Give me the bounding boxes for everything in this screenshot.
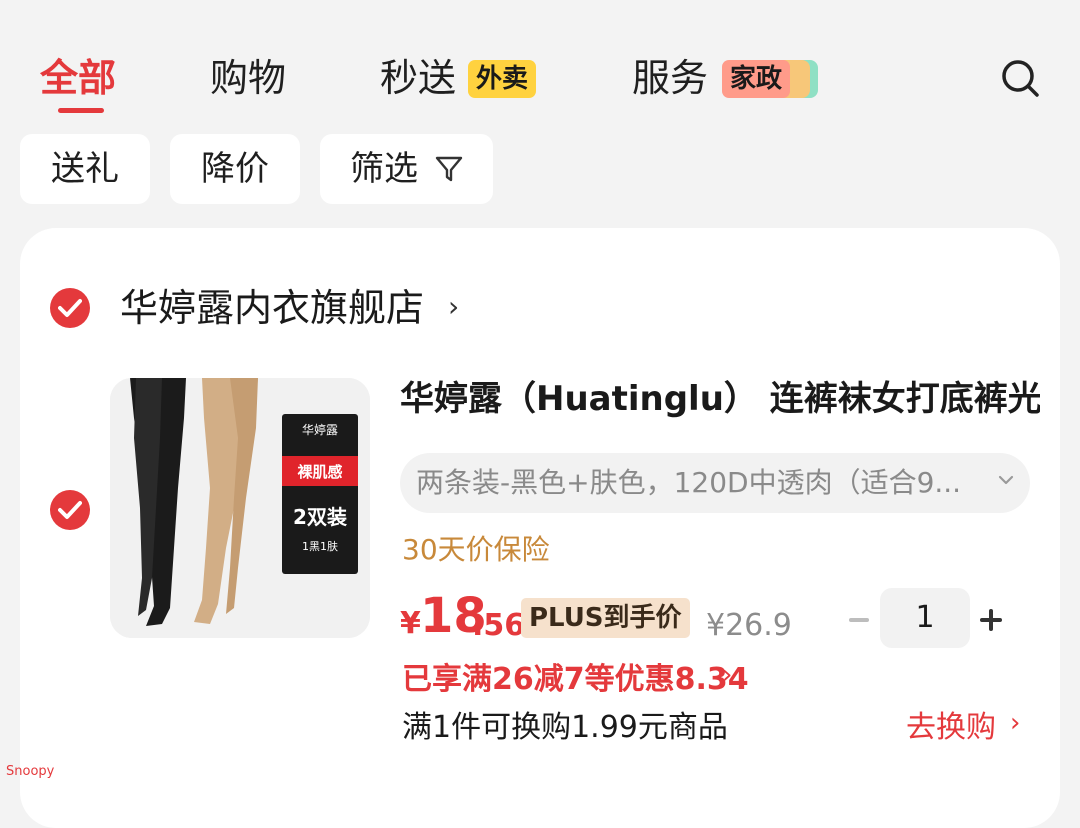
- check-icon: [58, 501, 82, 519]
- quantity-input[interactable]: 1: [880, 588, 970, 648]
- tab-all[interactable]: 全部: [40, 52, 116, 104]
- top-tab-bar: 全部 购物 秒送 外卖 服务 家政: [0, 0, 1080, 120]
- takeout-badge: 外卖: [468, 60, 537, 98]
- housekeeping-badge: 家政: [722, 60, 791, 98]
- tab-services[interactable]: 服务: [632, 52, 708, 104]
- chevron-right-icon[interactable]: ›: [722, 660, 732, 690]
- watermark: Snoopy: [6, 764, 55, 779]
- image-brand-text: 华婷露: [302, 422, 338, 437]
- store-select-checkbox[interactable]: [50, 288, 90, 328]
- exchange-link[interactable]: 去换购: [906, 706, 996, 750]
- store-name[interactable]: 华婷露内衣旗舰店: [120, 282, 424, 334]
- tab-shopping[interactable]: 购物: [210, 52, 286, 104]
- price-protection-label[interactable]: 30天价保险: [402, 530, 550, 570]
- product-title[interactable]: 华婷露（Huatinglu） 连裤袜女打底裤光: [400, 374, 1040, 424]
- price-decimal: .56: [472, 608, 526, 643]
- product-photo: 华婷露 裸肌感 2双装 1黑1肤: [110, 378, 370, 638]
- price-drop-filter-chip[interactable]: 降价: [170, 134, 300, 204]
- chevron-down-icon: [998, 475, 1014, 485]
- plus-price-tag: PLUS到手价: [521, 598, 690, 638]
- search-icon[interactable]: [1000, 58, 1040, 98]
- promo-discount-text[interactable]: 已享满26减7等优惠8.34: [402, 658, 749, 702]
- filter-chip[interactable]: 筛选: [320, 134, 493, 204]
- gift-filter-chip[interactable]: 送礼: [20, 134, 150, 204]
- cart-store-card: 华婷露内衣旗舰店 › 华婷露 裸肌感 2双装 1黑1肤 华婷露（Huatingl…: [20, 228, 1060, 828]
- item-select-checkbox[interactable]: [50, 490, 90, 530]
- chevron-right-icon[interactable]: ›: [448, 290, 459, 323]
- price-currency: ¥: [400, 606, 421, 641]
- image-tag-text: 裸肌感: [297, 463, 342, 481]
- variant-selector[interactable]: 两条装-黑色+肤色，120D中透肉（适合9...: [400, 453, 1030, 513]
- image-pack-text: 2双装: [293, 505, 347, 529]
- quantity-increase-button[interactable]: [978, 600, 1006, 640]
- chevron-right-icon[interactable]: ›: [1010, 708, 1020, 738]
- exchange-offer-text: 满1件可换购1.99元商品: [402, 710, 728, 745]
- check-icon: [58, 299, 82, 317]
- filter-chip-label: 筛选: [350, 149, 418, 189]
- variant-text: 两条装-黑色+肤色，120D中透肉（适合9...: [416, 466, 962, 499]
- image-colors-text: 1黑1肤: [302, 539, 338, 553]
- funnel-icon: [435, 156, 463, 182]
- tab-instant-delivery[interactable]: 秒送: [380, 52, 456, 104]
- tab-active-indicator: [58, 108, 104, 113]
- product-image[interactable]: 华婷露 裸肌感 2双装 1黑1肤: [110, 378, 370, 638]
- original-price: ¥26.9: [706, 608, 792, 643]
- quantity-decrease-button[interactable]: [846, 600, 874, 640]
